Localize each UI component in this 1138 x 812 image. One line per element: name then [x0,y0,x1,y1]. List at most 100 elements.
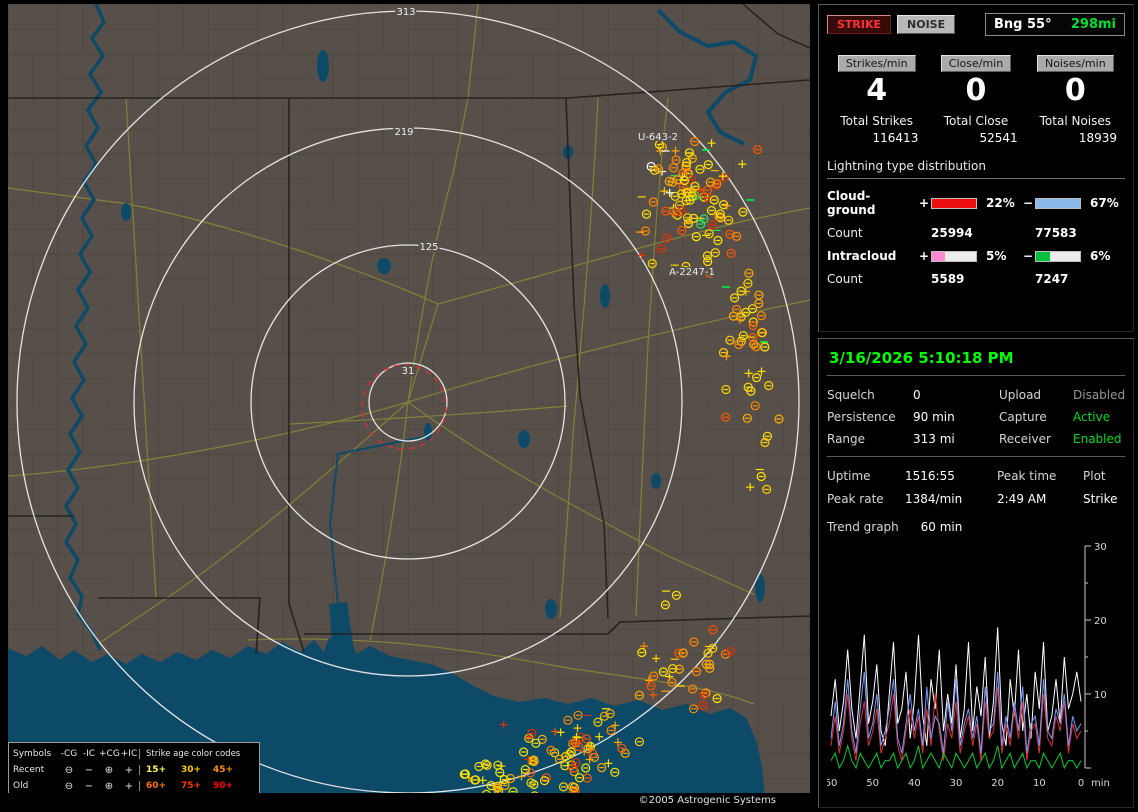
peak-rate-label: Peak rate [827,492,884,506]
upload-label: Upload [999,388,1042,402]
close-per-min-button[interactable]: Close/min [940,55,1012,72]
svg-text:219: 219 [394,127,413,138]
svg-text:60: 60 [827,778,837,789]
total-close-label: Total Close [943,114,1009,128]
cloud-ground-label: Cloud-ground [827,189,876,217]
legend-strike-symbol: ⊕ [104,780,114,792]
cg-positive-bar [931,197,977,209]
divider [827,456,1125,457]
trend-graph-window: 60 min [920,520,963,534]
rate-stats: Strikes/min 4 Total Strikes 116413 Close… [827,52,1125,145]
persistence-value: 90 min [913,410,955,424]
legend-strike-symbol: ⊖ [64,780,74,792]
noises-per-min-value: 0 [1064,73,1086,108]
ic-negative-bar [1035,250,1081,262]
plot-label: Plot [1083,469,1106,483]
ic-positive-bar [931,250,977,262]
legend-symbols-header: Symbols [13,749,52,759]
statistics-panel: STRIKE NOISE Bng 55° 298mi Strikes/min 4… [818,4,1134,332]
strikes-per-min-value: 4 [866,73,888,108]
legend-age-header: Strike age color codes [139,749,245,759]
svg-text:30: 30 [1094,542,1107,553]
svg-text:50: 50 [866,778,879,789]
svg-text:10: 10 [1033,778,1046,789]
capture-status: Active [1073,410,1111,424]
trend-graph: 10 20 30 60 50 40 30 20 10 0 min [827,542,1125,792]
ic-minus-sign: − [1022,249,1034,263]
legend-strike-symbol: + [124,780,134,792]
close-per-min-value: 0 [965,73,987,108]
sidebar: STRIKE NOISE Bng 55° 298mi Strikes/min 4… [818,4,1134,808]
map-area[interactable]: 313 219 125 31 U-643-2 A-2247-1 Symbols -CG -IC… [8,4,810,808]
cg-negative-bar [1035,197,1081,209]
noise-mode-button[interactable]: NOISE [897,15,956,34]
svg-text:10: 10 [1094,690,1107,701]
svg-text:31: 31 [402,366,415,377]
legend-age-code: 90+ [213,781,234,791]
svg-text:20: 20 [1094,616,1107,627]
trend-series-close-rate [830,743,1082,770]
cg-minus-sign: − [1022,196,1034,210]
svg-text:min: min [1091,778,1110,789]
settings-grid: Squelch 0 Upload Disabled Persistence 90… [827,388,1125,446]
legend-age-code: 45+ [213,765,234,775]
range-label: Range [827,432,866,446]
persistence-label: Persistence [827,410,896,424]
cg-positive-count: 25994 [931,226,973,240]
legend-strike-symbol: + [124,764,134,776]
peak-time-value: 2:49 AM [997,492,1047,506]
peak-time-label: Peak time [997,469,1057,483]
close-stat-col: Close/min 0 Total Close 52541 [926,52,1025,145]
legend-strike-symbol: ⊕ [104,764,114,776]
legend-strike-symbol: − [84,780,94,792]
squelch-value: 0 [913,388,921,402]
distribution-title: Lightning type distribution [827,159,1125,179]
bearing-box: Bng 55° 298mi [985,13,1125,36]
legend-age-code: 60+ [139,781,181,791]
svg-text:313: 313 [396,7,415,18]
noises-stat-col: Noises/min 0 Total Noises 18939 [1026,52,1125,145]
noises-per-min-button[interactable]: Noises/min [1036,55,1114,72]
cg-negative-count: 77583 [1035,226,1077,240]
ic-plus-sign: + [918,249,930,263]
strikes-stat-col: Strikes/min 4 Total Strikes 116413 [827,52,926,145]
svg-text:0: 0 [1078,778,1084,789]
uptime-value: 1516:55 [905,469,955,483]
ic-negative-count: 7247 [1035,272,1069,286]
cg-negative-pct: 67% [1090,196,1119,210]
legend-col-header: -CG [60,749,78,759]
mode-row: STRIKE NOISE Bng 55° 298mi [827,13,1125,36]
copyright-text: ©2005 Astrogenic Systems [8,793,810,808]
ic-count-label: Count [827,272,863,286]
trend-graph-label: Trend graph [827,520,899,534]
lightning-map[interactable]: 313 219 125 31 U-643-2 A-2247-1 [8,4,810,808]
cg-positive-pct: 22% [986,196,1015,210]
receiver-status: Enabled [1073,432,1122,446]
squelch-label: Squelch [827,388,875,402]
upload-status: Disabled [1073,388,1126,402]
legend-strike-symbol: − [84,764,94,776]
svg-text:40: 40 [908,778,921,789]
legend-age-code: 30+ [181,765,202,775]
peak-rate-value: 1384/min [905,492,963,506]
legend-age-code: 75+ [181,781,202,791]
uptime-grid: Uptime 1516:55 Peak time Plot Peak rate … [827,469,1125,506]
datetime-display: 3/16/2026 5:10:18 PM [827,347,1125,376]
total-close-value: 52541 [979,131,1018,145]
total-noises-value: 18939 [1078,131,1117,145]
ic-positive-count: 5589 [931,272,965,286]
legend-col-header: +CG [99,749,120,759]
svg-text:20: 20 [991,778,1004,789]
strikes-per-min-button[interactable]: Strikes/min [837,55,916,72]
range-value: 313 mi [913,432,955,446]
strike-mode-button[interactable]: STRIKE [827,15,892,34]
distribution-grid: Cloud-ground + 22% − 67% Count 25994 775… [827,189,1125,286]
total-strikes-value: 116413 [872,131,919,145]
svg-text:A-2247-1: A-2247-1 [669,267,715,278]
intracloud-label: Intracloud [827,249,897,263]
capture-label: Capture [999,410,1047,424]
total-strikes-label: Total Strikes [840,114,913,128]
svg-text:U-643-2: U-643-2 [638,132,678,143]
plot-value: Strike [1083,492,1118,506]
legend-row-label: Recent [13,765,45,775]
